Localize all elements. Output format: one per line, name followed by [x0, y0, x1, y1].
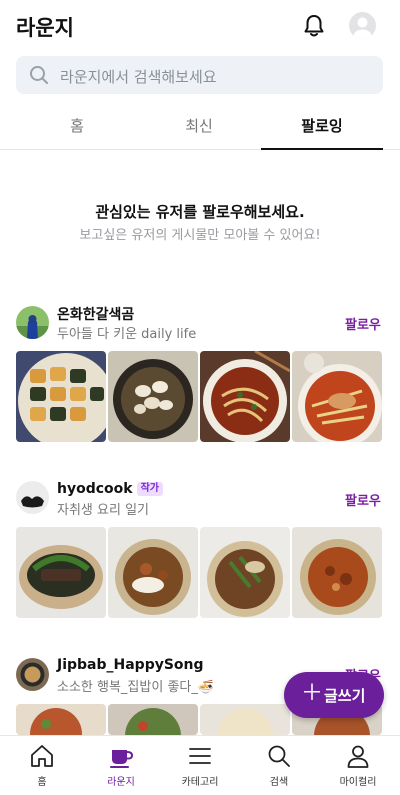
follow-button[interactable]: 팔로우: [345, 314, 381, 333]
search-input[interactable]: 라운지에서 검색해보세요: [60, 66, 217, 87]
nav-label: 검색: [269, 777, 289, 788]
user-name[interactable]: 온화한갈색곰: [57, 304, 134, 324]
nav-label: 홈: [37, 777, 47, 788]
nav-label: 마이컬리: [339, 777, 377, 788]
page-title: 라운지: [16, 16, 74, 40]
empty-state-subtitle: 보고싶은 유저의 게시물만 모아볼 수 있어요!: [79, 228, 321, 243]
empty-state-title: 관심있는 유저를 팔로우해보세요.: [95, 203, 305, 221]
search-bar[interactable]: 라운지에서 검색해보세요: [16, 56, 383, 94]
post-thumbnail[interactable]: [16, 351, 106, 442]
person-icon: [345, 743, 371, 769]
profile-avatar-icon[interactable]: [349, 12, 376, 39]
nav-item-mykurly[interactable]: 마이컬리: [318, 736, 398, 795]
follow-button[interactable]: 팔로우: [345, 490, 381, 509]
user-bio: 소소한 행복_집밥이 좋다_🍜: [57, 680, 215, 695]
search-icon: [266, 743, 292, 769]
write-post-label: 글쓰기: [324, 687, 366, 705]
nav-label: 카테고리: [181, 777, 219, 788]
active-tab-indicator: [261, 148, 383, 150]
tab-home[interactable]: 홈: [16, 104, 138, 150]
user-name[interactable]: Jipbab_HappySong: [57, 657, 204, 673]
post-thumbnail[interactable]: [200, 527, 290, 618]
nav-item-lounge[interactable]: 라운지: [81, 736, 161, 795]
nav-item-category[interactable]: 카테고리: [160, 736, 240, 795]
post-thumbnail[interactable]: [108, 351, 198, 442]
post-thumbnail[interactable]: [16, 704, 106, 735]
nav-label: 라운지: [107, 777, 135, 788]
post-thumbnail[interactable]: [292, 527, 382, 618]
top-header: 라운지: [0, 0, 400, 52]
user-avatar[interactable]: [16, 306, 49, 339]
post-thumbnails: [16, 527, 384, 618]
user-avatar[interactable]: [16, 481, 49, 514]
nav-item-home[interactable]: 홈: [2, 736, 82, 795]
post-thumbnail[interactable]: [292, 351, 382, 442]
home-icon: [29, 743, 55, 769]
user-bio: 두아들 다 키운 daily life: [57, 327, 197, 342]
post-thumbnail[interactable]: [108, 527, 198, 618]
plus-icon: ＋: [301, 681, 324, 706]
author-badge: 작가: [136, 482, 163, 496]
bottom-nav: 홈 라운지 카테고리 검색 마이컬리: [0, 735, 400, 795]
search-icon: [28, 64, 50, 86]
tab-bar: 홈 최신 팔로잉: [0, 104, 400, 150]
user-bio: 자취생 요리 일기: [57, 503, 149, 518]
user-name[interactable]: hyodcook: [57, 481, 133, 497]
post-thumbnails: [16, 351, 384, 442]
write-post-button[interactable]: ＋ 글쓰기: [284, 672, 384, 718]
post-thumbnail[interactable]: [16, 527, 106, 618]
post-thumbnail[interactable]: [108, 704, 198, 735]
cup-icon: [108, 743, 134, 769]
nav-item-search[interactable]: 검색: [239, 736, 319, 795]
tab-latest[interactable]: 최신: [138, 104, 260, 150]
tab-following[interactable]: 팔로잉: [261, 104, 383, 150]
bell-icon[interactable]: [300, 12, 328, 40]
post-thumbnail[interactable]: [200, 704, 290, 735]
user-name-row: hyodcook 작가: [57, 481, 163, 497]
post-thumbnail[interactable]: [200, 351, 290, 442]
user-avatar[interactable]: [16, 658, 49, 691]
menu-icon: [187, 743, 213, 769]
